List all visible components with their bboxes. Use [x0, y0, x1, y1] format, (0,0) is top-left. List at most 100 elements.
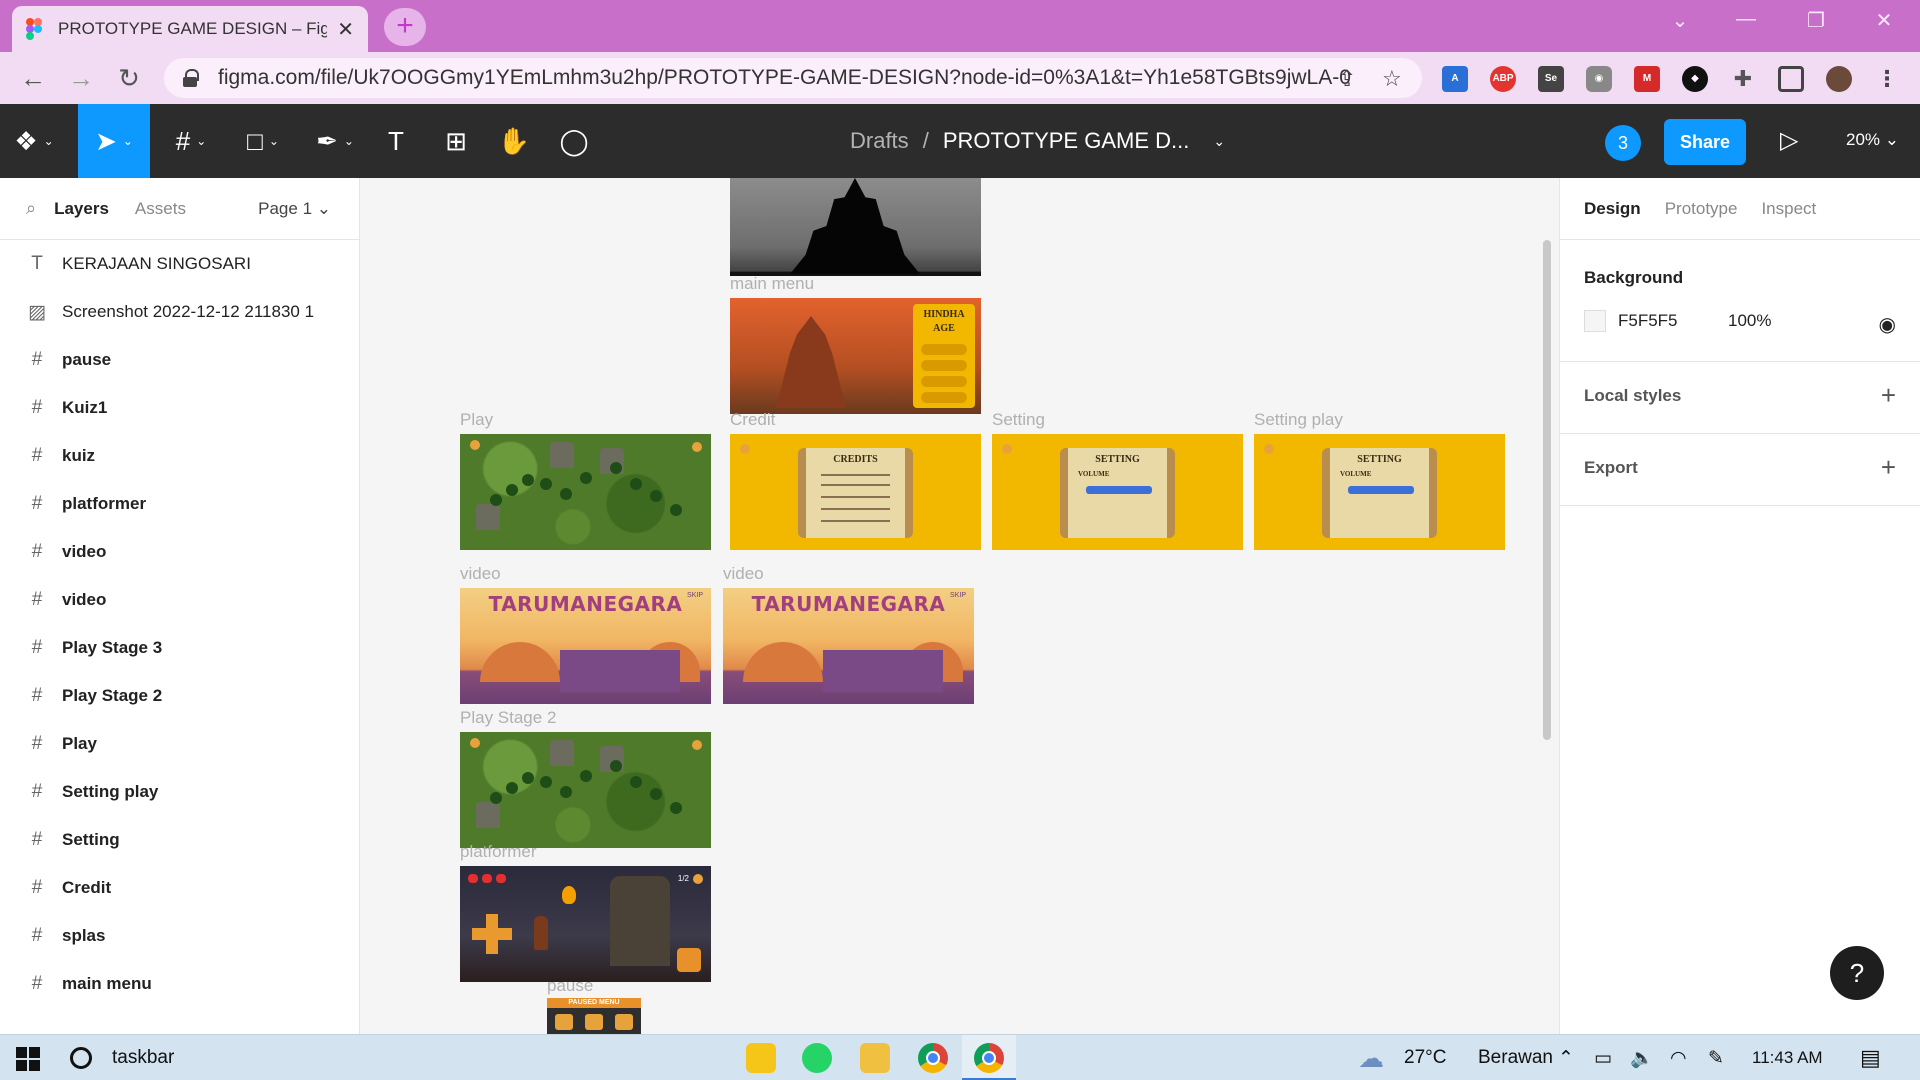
layer-row[interactable]: # Play Stage 2	[0, 672, 359, 720]
tab-layers[interactable]: Layers	[54, 199, 109, 219]
tab-inspect[interactable]: Inspect	[1761, 199, 1816, 219]
comment-tool-icon[interactable]: ◯	[554, 104, 594, 178]
share-page-icon[interactable]: ⇪	[1338, 66, 1356, 92]
share-button[interactable]: Share	[1664, 119, 1746, 165]
close-window-icon[interactable]: ✕	[1864, 8, 1904, 33]
layer-row[interactable]: # Play Stage 3	[0, 624, 359, 672]
notifications-icon[interactable]: ▤	[1860, 1035, 1881, 1080]
layer-row[interactable]: # Setting play	[0, 768, 359, 816]
frame-label-platformer[interactable]: platformer	[460, 842, 537, 862]
breadcrumb-drafts[interactable]: Drafts	[850, 128, 909, 154]
address-bar[interactable]: figma.com/file/Uk7OOGGmy1YEmLmhm3u2hp/PR…	[164, 58, 1422, 98]
volume-icon[interactable]: 🔈	[1630, 1035, 1654, 1080]
weather-desc[interactable]: Berawan	[1478, 1035, 1553, 1080]
search-icon[interactable]: ⌕	[26, 198, 36, 219]
abp-icon[interactable]: ABP	[1490, 66, 1516, 92]
hand-tool-icon[interactable]: ✋	[494, 104, 534, 178]
frame-play[interactable]	[460, 434, 711, 550]
se-icon[interactable]: Se	[1538, 66, 1564, 92]
layer-row[interactable]: ▨ Screenshot 2022-12-12 211830 1	[0, 288, 359, 336]
layer-row[interactable]: # pause	[0, 336, 359, 384]
tab-design[interactable]: Design	[1584, 199, 1641, 219]
frame-platformer[interactable]: 1/2	[460, 866, 711, 982]
taskbar-search[interactable]: taskbar	[112, 1035, 174, 1080]
figma-canvas[interactable]: main menu HINDHA AGE Play Credit CREDITS…	[361, 178, 1559, 1034]
layer-row[interactable]: # platformer	[0, 480, 359, 528]
layer-row[interactable]: # kuiz	[0, 432, 359, 480]
chevron-down-icon[interactable]: ⌄	[1213, 133, 1225, 150]
add-export-icon[interactable]: +	[1881, 452, 1896, 483]
figma-menu-icon[interactable]: ❖ ⌄	[0, 104, 68, 178]
layer-row[interactable]: # splas	[0, 912, 359, 960]
layer-row[interactable]: # Setting	[0, 816, 359, 864]
frame-video-1[interactable]: TARUMANEGARA SKIP	[460, 588, 711, 704]
frame-setting-play[interactable]: SETTING VOLUME	[1254, 434, 1505, 550]
close-tab-icon[interactable]: ✕	[337, 17, 354, 42]
frame-splash[interactable]	[730, 178, 981, 276]
frame-label-setting-play[interactable]: Setting play	[1254, 410, 1343, 430]
frame-label-play-stage-2[interactable]: Play Stage 2	[460, 708, 556, 728]
add-style-icon[interactable]: +	[1881, 380, 1896, 411]
frame-label-main-menu[interactable]: main menu	[730, 274, 814, 294]
restore-icon[interactable]: ❐	[1796, 8, 1836, 33]
layer-row[interactable]: # Credit	[0, 864, 359, 912]
translate-icon[interactable]: A	[1442, 66, 1468, 92]
tab-search-icon[interactable]: ⌄	[1660, 8, 1700, 33]
location-icon[interactable]: ◆	[1682, 66, 1708, 92]
clock-time[interactable]: 11:43 AM	[1752, 1035, 1823, 1080]
camera-icon[interactable]: ◉	[1586, 66, 1612, 92]
frame-main-menu[interactable]: HINDHA AGE	[730, 298, 981, 414]
move-tool-icon[interactable]: ➤ ⌄	[78, 104, 150, 178]
cortana-icon[interactable]	[70, 1047, 92, 1069]
zoom-dropdown[interactable]: 20% ⌄	[1846, 130, 1899, 150]
sidepanel-icon[interactable]	[1778, 66, 1804, 92]
chrome-icon[interactable]	[918, 1043, 948, 1073]
frame-setting[interactable]: SETTING VOLUME	[992, 434, 1243, 550]
canvas-scrollbar[interactable]	[1543, 240, 1551, 740]
sticky-notes-icon[interactable]	[746, 1043, 776, 1073]
pen-tool-icon[interactable]: ✒ ⌄	[302, 104, 368, 178]
puzzle-icon[interactable]: ✚	[1730, 66, 1756, 92]
background-color-swatch[interactable]	[1584, 310, 1606, 332]
windows-start-icon[interactable]	[16, 1047, 40, 1071]
profile-avatar[interactable]	[1826, 66, 1852, 92]
reload-icon[interactable]: ↻	[112, 62, 146, 96]
layer-row[interactable]: # main menu	[0, 960, 359, 1008]
page-selector[interactable]: Page 1 ⌄	[258, 199, 331, 219]
layer-row[interactable]: # video	[0, 528, 359, 576]
frame-credit[interactable]: CREDITS	[730, 434, 981, 550]
new-tab-button[interactable]: +	[384, 8, 426, 46]
layer-row[interactable]: T KERAJAAN SINGOSARI	[0, 240, 359, 288]
red-extension-icon[interactable]: M	[1634, 66, 1660, 92]
file-name[interactable]: PROTOTYPE GAME D...	[943, 128, 1190, 154]
shape-tool-icon[interactable]: □ ⌄	[230, 104, 296, 178]
browser-tab[interactable]: PROTOTYPE GAME DESIGN – Figma ✕	[12, 6, 368, 52]
battery-icon[interactable]: ▭	[1594, 1035, 1612, 1080]
frame-play-stage-2[interactable]	[460, 732, 711, 848]
frame-label-credit[interactable]: Credit	[730, 410, 775, 430]
breadcrumb[interactable]: Drafts / PROTOTYPE GAME D... ⌄	[850, 104, 1225, 178]
layer-row[interactable]: # Kuiz1	[0, 384, 359, 432]
chrome-active-icon[interactable]	[974, 1043, 1004, 1073]
frame-label-video-1[interactable]: video	[460, 564, 501, 584]
wifi-icon[interactable]: ◠	[1670, 1035, 1687, 1080]
tab-prototype[interactable]: Prototype	[1665, 199, 1738, 219]
frame-pause[interactable]: PAUSED MENU	[547, 998, 641, 1034]
frame-label-video-2[interactable]: video	[723, 564, 764, 584]
tray-chevron-up-icon[interactable]: ⌃	[1558, 1035, 1574, 1080]
frame-tool-icon[interactable]: # ⌄	[158, 104, 224, 178]
frame-video-2[interactable]: TARUMANEGARA SKIP	[723, 588, 974, 704]
forward-icon[interactable]: →	[64, 62, 98, 96]
visibility-eye-icon[interactable]: ◉	[1879, 312, 1896, 337]
present-play-icon[interactable]: ▷	[1780, 126, 1798, 155]
weather-cloud-icon[interactable]: ☁	[1358, 1035, 1384, 1080]
bookmark-star-icon[interactable]: ☆	[1382, 66, 1402, 92]
tab-assets[interactable]: Assets	[135, 199, 186, 219]
text-tool-icon[interactable]: T	[376, 104, 416, 178]
background-hex[interactable]: F5F5F5	[1618, 311, 1728, 331]
pen-icon[interactable]: ✎	[1708, 1035, 1724, 1080]
frame-label-setting[interactable]: Setting	[992, 410, 1045, 430]
weather-temp[interactable]: 27°C	[1404, 1035, 1446, 1080]
layer-row[interactable]: # video	[0, 576, 359, 624]
minimize-icon[interactable]: —	[1726, 8, 1766, 31]
